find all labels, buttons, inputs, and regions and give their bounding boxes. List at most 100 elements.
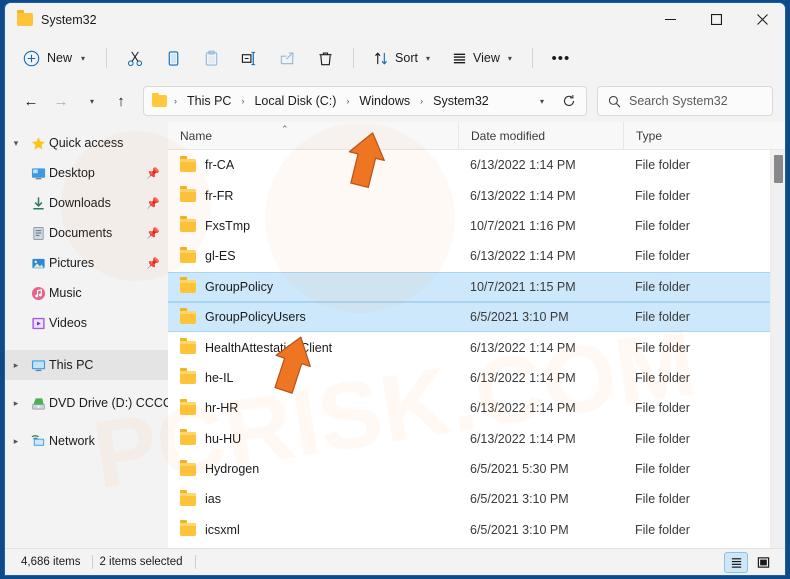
sidebar-item-network[interactable]: ▸ Network	[5, 426, 168, 456]
search-box[interactable]: Search System32	[597, 86, 773, 116]
row-date-cell: 6/13/2022 1:14 PM	[470, 401, 576, 416]
folder-icon	[180, 307, 196, 324]
pin-icon[interactable]: 📌	[146, 257, 160, 270]
pin-icon[interactable]: 📌	[146, 227, 160, 240]
window-title: System32	[41, 12, 97, 27]
table-row[interactable]: hu-HU 6/13/2022 1:14 PM File folder	[168, 424, 785, 454]
row-name-cell: HealthAttestationClient	[168, 338, 458, 355]
table-row[interactable]: hr-HR 6/13/2022 1:14 PM File folder	[168, 393, 785, 423]
sort-button[interactable]: Sort ▾	[364, 42, 440, 74]
sidebar-item-documents[interactable]: Documents 📌	[5, 218, 168, 248]
close-button[interactable]	[739, 3, 785, 36]
row-date-cell: 6/5/2021 3:10 PM	[470, 522, 569, 537]
plus-circle-icon	[23, 50, 40, 66]
table-row[interactable]: FxsTmp 10/7/2021 1:16 PM File folder	[168, 211, 785, 241]
table-row[interactable]: fr-FR 6/13/2022 1:14 PM File folder	[168, 180, 785, 210]
minimize-button[interactable]	[647, 3, 693, 36]
table-row[interactable]: GroupPolicy 10/7/2021 1:15 PM File folde…	[168, 271, 785, 302]
sidebar-item-downloads[interactable]: Downloads 📌	[5, 188, 168, 218]
maximize-button[interactable]	[693, 3, 739, 36]
item-count-label: 4,686 items	[21, 556, 81, 568]
delete-button[interactable]	[307, 42, 343, 74]
file-rows-container[interactable]: fr-CA 6/13/2022 1:14 PM File folder fr-F…	[168, 150, 785, 548]
sidebar-item-this-pc[interactable]: ▸ This PC	[5, 350, 168, 380]
share-icon	[280, 51, 294, 64]
breadcrumb-bar[interactable]: › This PC › Local Disk (C:) › Windows › …	[143, 86, 587, 116]
search-input[interactable]: Search System32	[629, 94, 728, 108]
file-name: hu-HU	[205, 431, 242, 446]
sidebar-item-videos[interactable]: Videos	[5, 308, 168, 338]
file-name: HealthAttestationClient	[205, 340, 333, 355]
share-button[interactable]	[269, 42, 305, 74]
sidebar-item-dvd-drive[interactable]: ▸ DVD Drive (D:) CCCC	[5, 388, 168, 418]
sidebar-item-music[interactable]: Music	[5, 278, 168, 308]
sidebar-item-label: Music	[49, 286, 82, 300]
chevron-down-icon[interactable]: ▾	[5, 138, 27, 149]
forward-arrow-icon: →	[53, 92, 69, 110]
large-icons-view-button[interactable]	[751, 552, 775, 573]
up-button[interactable]: ↑	[107, 87, 135, 115]
details-view-button[interactable]	[724, 551, 748, 573]
row-type-cell: File folder	[635, 218, 690, 233]
address-dropdown-button[interactable]: ▾	[528, 88, 554, 114]
refresh-icon	[563, 95, 575, 107]
sidebar-item-label: Quick access	[49, 136, 124, 150]
breadcrumb-item-windows[interactable]: Windows	[355, 91, 414, 111]
table-row[interactable]: icsxml 6/5/2021 3:10 PM File folder	[168, 515, 785, 545]
scrollbar-thumb[interactable]	[774, 155, 783, 183]
sidebar-item-label: This PC	[49, 358, 94, 372]
table-row[interactable]: Hydrogen 6/5/2021 5:30 PM File folder	[168, 454, 785, 484]
chevron-right-icon[interactable]: ▸	[5, 398, 27, 409]
music-icon	[27, 286, 49, 301]
column-header-row: ⌃ Name Date modified Type	[168, 121, 785, 150]
pin-icon[interactable]: 📌	[146, 167, 160, 180]
network-icon	[27, 434, 49, 449]
column-header-type[interactable]: Type	[623, 121, 785, 150]
row-date-cell: 6/13/2022 1:14 PM	[470, 370, 576, 385]
sidebar-item-desktop[interactable]: Desktop 📌	[5, 158, 168, 188]
column-header-name[interactable]: ⌃ Name	[168, 122, 458, 150]
rename-button[interactable]	[231, 42, 267, 74]
more-options-button[interactable]: •••	[543, 42, 579, 74]
back-button[interactable]: ←	[17, 87, 45, 115]
row-date-cell: 6/13/2022 1:14 PM	[470, 340, 576, 355]
vertical-scrollbar[interactable]	[770, 150, 785, 548]
breadcrumb-item-this-pc[interactable]: This PC	[183, 91, 235, 111]
chevron-right-icon[interactable]: ▸	[5, 436, 27, 447]
view-button[interactable]: View ▾	[442, 42, 522, 74]
paste-button[interactable]	[193, 42, 229, 74]
chevron-right-icon[interactable]: ▸	[5, 360, 27, 371]
recent-locations-button[interactable]: ▾	[77, 87, 105, 115]
refresh-button[interactable]	[556, 88, 582, 114]
table-row[interactable]: he-IL 6/13/2022 1:14 PM File folder	[168, 363, 785, 393]
sidebar-item-pictures[interactable]: Pictures 📌	[5, 248, 168, 278]
new-button[interactable]: New ▾	[15, 42, 96, 74]
new-button-label: New	[47, 51, 73, 65]
row-name-cell: ias	[168, 489, 458, 506]
column-header-date-modified[interactable]: Date modified	[458, 121, 623, 150]
sort-ascending-icon: ⌃	[281, 123, 289, 134]
pin-icon[interactable]: 📌	[146, 197, 160, 210]
forward-button[interactable]: →	[47, 87, 75, 115]
row-type-cell: File folder	[635, 431, 690, 446]
table-row[interactable]: GroupPolicyUsers 6/5/2021 3:10 PM File f…	[168, 301, 785, 333]
table-row[interactable]: ias 6/5/2021 3:10 PM File folder	[168, 484, 785, 514]
table-row[interactable]: HealthAttestationClient 6/13/2022 1:14 P…	[168, 332, 785, 362]
sidebar-item-label: Downloads	[49, 196, 111, 210]
breadcrumb-item-system32[interactable]: System32	[429, 91, 493, 111]
view-button-label: View	[472, 51, 500, 65]
table-row[interactable]: fr-CA 6/13/2022 1:14 PM File folder	[168, 150, 785, 180]
file-name: gl-ES	[205, 249, 236, 264]
row-type-cell: File folder	[635, 522, 690, 537]
sidebar-item-label: Network	[49, 434, 95, 448]
table-row[interactable]: gl-ES 6/13/2022 1:14 PM File folder	[168, 241, 785, 271]
command-toolbar: New ▾ Sort ▾ View ▾ •••	[5, 36, 785, 80]
sidebar-item-quick-access[interactable]: ▾ Quick access	[5, 128, 168, 158]
status-bar: 4,686 items 2 items selected	[5, 548, 785, 575]
cut-button[interactable]	[117, 42, 153, 74]
breadcrumb: › This PC › Local Disk (C:) › Windows › …	[169, 91, 528, 111]
breadcrumb-item-local-disk[interactable]: Local Disk (C:)	[250, 91, 340, 111]
copy-button[interactable]	[155, 42, 191, 74]
